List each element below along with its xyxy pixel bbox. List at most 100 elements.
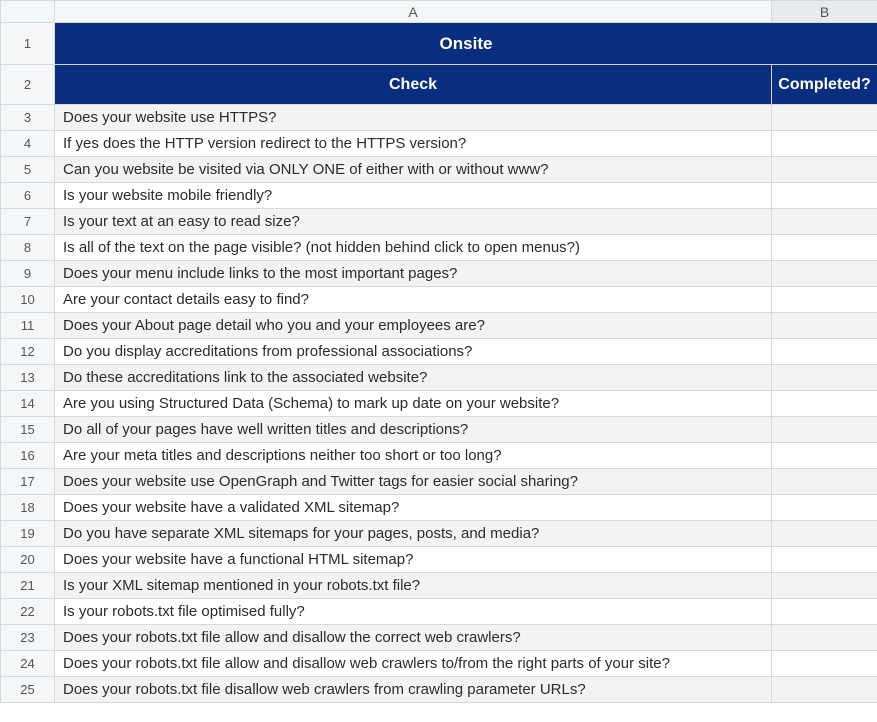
check-cell[interactable]: Do you have separate XML sitemaps for yo… [55, 521, 772, 547]
check-cell[interactable]: If yes does the HTTP version redirect to… [55, 131, 772, 157]
completed-cell[interactable] [772, 573, 877, 599]
row-number[interactable]: 5 [1, 157, 55, 183]
table-row: 24Does your robots.txt file allow and di… [1, 651, 877, 677]
completed-cell[interactable] [772, 365, 877, 391]
completed-cell[interactable] [772, 495, 877, 521]
table-row: 12Do you display accreditations from pro… [1, 339, 877, 365]
table-row: 14Are you using Structured Data (Schema)… [1, 391, 877, 417]
table-row: 3Does your website use HTTPS? [1, 105, 877, 131]
column-header-a[interactable]: A [55, 1, 772, 23]
row-number[interactable]: 15 [1, 417, 55, 443]
table-row: 25Does your robots.txt file disallow web… [1, 677, 877, 703]
check-cell[interactable]: Are your contact details easy to find? [55, 287, 772, 313]
check-cell[interactable]: Does your robots.txt file disallow web c… [55, 677, 772, 703]
row-number[interactable]: 18 [1, 495, 55, 521]
check-cell[interactable]: Does your website have a functional HTML… [55, 547, 772, 573]
header-row-labels: 2 Check Completed? [1, 65, 877, 105]
check-cell[interactable]: Does your robots.txt file allow and disa… [55, 651, 772, 677]
completed-cell[interactable] [772, 391, 877, 417]
table-row: 15Do all of your pages have well written… [1, 417, 877, 443]
completed-cell[interactable] [772, 443, 877, 469]
row-number[interactable]: 13 [1, 365, 55, 391]
row-number[interactable]: 1 [1, 23, 55, 65]
completed-cell[interactable] [772, 131, 877, 157]
row-number[interactable]: 4 [1, 131, 55, 157]
completed-cell[interactable] [772, 521, 877, 547]
row-number[interactable]: 3 [1, 105, 55, 131]
row-number[interactable]: 8 [1, 235, 55, 261]
completed-cell[interactable] [772, 313, 877, 339]
column-letter-row: A B [1, 1, 877, 23]
row-number[interactable]: 20 [1, 547, 55, 573]
row-number[interactable]: 12 [1, 339, 55, 365]
completed-cell[interactable] [772, 599, 877, 625]
row-number[interactable]: 21 [1, 573, 55, 599]
table-row: 20Does your website have a functional HT… [1, 547, 877, 573]
row-number[interactable]: 23 [1, 625, 55, 651]
completed-cell[interactable] [772, 183, 877, 209]
completed-cell[interactable] [772, 339, 877, 365]
completed-cell[interactable] [772, 547, 877, 573]
table-row: 4If yes does the HTTP version redirect t… [1, 131, 877, 157]
check-cell[interactable]: Does your website have a validated XML s… [55, 495, 772, 521]
completed-cell[interactable] [772, 209, 877, 235]
column-header-b[interactable]: B [772, 1, 877, 23]
check-cell[interactable]: Are you using Structured Data (Schema) t… [55, 391, 772, 417]
row-number[interactable]: 7 [1, 209, 55, 235]
check-cell[interactable]: Is your XML sitemap mentioned in your ro… [55, 573, 772, 599]
row-number[interactable]: 2 [1, 65, 55, 105]
completed-cell[interactable] [772, 417, 877, 443]
completed-cell[interactable] [772, 651, 877, 677]
row-number[interactable]: 16 [1, 443, 55, 469]
table-row: 8Is all of the text on the page visible?… [1, 235, 877, 261]
completed-cell[interactable] [772, 105, 877, 131]
check-cell[interactable]: Is your text at an easy to read size? [55, 209, 772, 235]
table-row: 10Are your contact details easy to find? [1, 287, 877, 313]
completed-cell[interactable] [772, 261, 877, 287]
header-row-title: 1 Onsite [1, 23, 877, 65]
completed-cell[interactable] [772, 235, 877, 261]
table-row: 18Does your website have a validated XML… [1, 495, 877, 521]
table-row: 6Is your website mobile friendly? [1, 183, 877, 209]
check-header-cell[interactable]: Check [55, 65, 772, 105]
check-cell[interactable]: Do all of your pages have well written t… [55, 417, 772, 443]
check-cell[interactable]: Is all of the text on the page visible? … [55, 235, 772, 261]
table-row: 16Are your meta titles and descriptions … [1, 443, 877, 469]
check-cell[interactable]: Does your website use HTTPS? [55, 105, 772, 131]
table-row: 22Is your robots.txt file optimised full… [1, 599, 877, 625]
table-row: 23Does your robots.txt file allow and di… [1, 625, 877, 651]
corner-cell[interactable] [1, 1, 55, 23]
completed-cell[interactable] [772, 287, 877, 313]
row-number[interactable]: 25 [1, 677, 55, 703]
completed-cell[interactable] [772, 677, 877, 703]
check-cell[interactable]: Is your robots.txt file optimised fully? [55, 599, 772, 625]
row-number[interactable]: 9 [1, 261, 55, 287]
row-number[interactable]: 22 [1, 599, 55, 625]
completed-header-cell[interactable]: Completed? [772, 65, 877, 105]
completed-cell[interactable] [772, 157, 877, 183]
check-cell[interactable]: Are your meta titles and descriptions ne… [55, 443, 772, 469]
check-cell[interactable]: Is your website mobile friendly? [55, 183, 772, 209]
row-number[interactable]: 6 [1, 183, 55, 209]
check-cell[interactable]: Do these accreditations link to the asso… [55, 365, 772, 391]
row-number[interactable]: 14 [1, 391, 55, 417]
check-cell[interactable]: Does your robots.txt file allow and disa… [55, 625, 772, 651]
check-cell[interactable]: Can you website be visited via ONLY ONE … [55, 157, 772, 183]
spreadsheet[interactable]: A B 1 Onsite 2 Check Completed? 3Does yo… [0, 0, 877, 703]
check-cell[interactable]: Does your menu include links to the most… [55, 261, 772, 287]
table-row: 9Does your menu include links to the mos… [1, 261, 877, 287]
row-number[interactable]: 17 [1, 469, 55, 495]
row-number[interactable]: 24 [1, 651, 55, 677]
check-cell[interactable]: Do you display accreditations from profe… [55, 339, 772, 365]
row-number[interactable]: 10 [1, 287, 55, 313]
completed-cell[interactable] [772, 469, 877, 495]
completed-cell[interactable] [772, 625, 877, 651]
check-cell[interactable]: Does your About page detail who you and … [55, 313, 772, 339]
table-row: 19Do you have separate XML sitemaps for … [1, 521, 877, 547]
row-number[interactable]: 11 [1, 313, 55, 339]
table-row: 13Do these accreditations link to the as… [1, 365, 877, 391]
check-cell[interactable]: Does your website use OpenGraph and Twit… [55, 469, 772, 495]
row-number[interactable]: 19 [1, 521, 55, 547]
section-title-cell[interactable]: Onsite [55, 23, 877, 65]
table-row: 17Does your website use OpenGraph and Tw… [1, 469, 877, 495]
